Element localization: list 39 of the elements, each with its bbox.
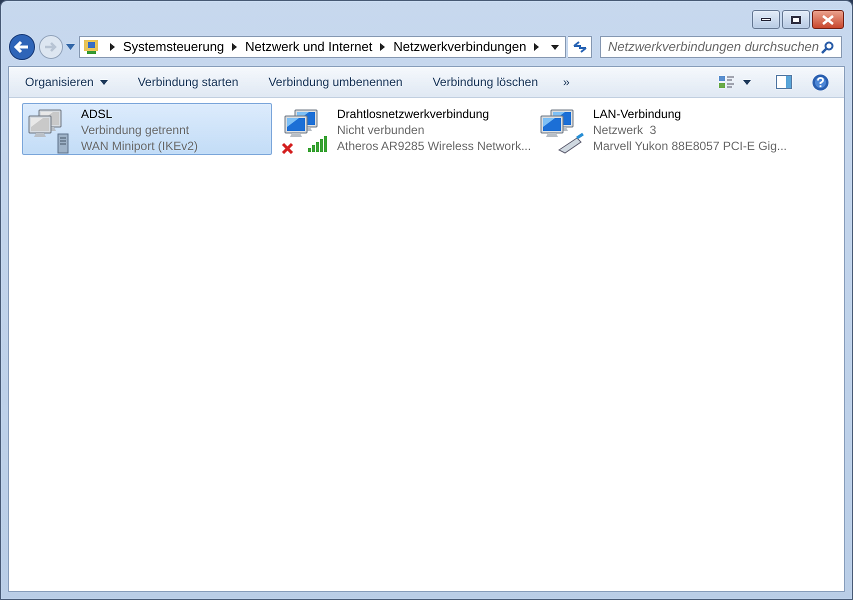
refresh-button[interactable] — [568, 36, 592, 58]
toolbar-button[interactable]: Verbindung löschen — [418, 66, 553, 98]
refresh-icon — [572, 41, 586, 53]
close-icon — [822, 14, 834, 24]
address-bar[interactable]: Systemsteuerung Netzwerk und Internet Netzwerkverbindungen — [79, 36, 566, 58]
history-dropdown-icon[interactable] — [66, 44, 75, 50]
search-field[interactable]: Netzwerkverbindungen durchsuchen — [600, 36, 842, 58]
more-commands-button[interactable]: » — [553, 73, 580, 91]
breadcrumb-arrow-icon[interactable] — [110, 43, 115, 51]
toolbar-button[interactable]: Organisieren — [19, 66, 123, 98]
network-folder-icon — [83, 39, 99, 55]
toolbar-button[interactable]: Verbindung umbenennen — [253, 66, 418, 98]
help-icon[interactable] — [812, 74, 829, 90]
back-button[interactable] — [8, 33, 36, 61]
connection-name: LAN-Verbindung — [593, 106, 682, 122]
connection-name: ADSL — [81, 106, 114, 122]
preview-pane-icon[interactable] — [776, 75, 792, 89]
connection-status: Netzwerk 3 — [593, 122, 658, 138]
view-dropdown-icon[interactable] — [743, 80, 751, 84]
connection-status: Nicht verbunden — [337, 122, 426, 138]
connection-device: Marvell Yukon 88E8057 PCI-E Gig... — [593, 138, 787, 154]
breadcrumb-item[interactable]: Netzwerk und Internet — [245, 37, 372, 57]
view-options-icon[interactable] — [719, 75, 735, 89]
maximize-button[interactable] — [782, 10, 810, 29]
connection-device: WAN Miniport (IKEv2) — [81, 138, 198, 154]
connection-status: Verbindung getrennt — [81, 122, 190, 138]
breadcrumb-arrow-icon[interactable] — [534, 43, 540, 51]
close-button[interactable] — [812, 10, 844, 29]
search-icon[interactable] — [821, 40, 834, 54]
toolbar-button[interactable]: Verbindung starten — [122, 66, 254, 98]
breadcrumb-item[interactable]: Netzwerkverbindungen — [393, 37, 526, 57]
connection-item[interactable]: ADSL Verbindung getrennt WAN Miniport (IKEv2) — [22, 103, 272, 155]
minimize-button[interactable] — [752, 10, 780, 29]
connection-name: Drahtlosnetzwerkverbindung — [337, 106, 490, 122]
address-dropdown-icon[interactable] — [551, 44, 559, 50]
connection-item[interactable]: LAN-Verbindung Netzwerk 3 Marvell Yukon 88E8057 PCI-E Gig... — [534, 103, 784, 155]
breadcrumb-arrow-icon[interactable] — [232, 43, 238, 51]
breadcrumb-arrow-icon[interactable] — [380, 43, 386, 51]
breadcrumb-item[interactable]: Systemsteuerung — [123, 37, 224, 57]
